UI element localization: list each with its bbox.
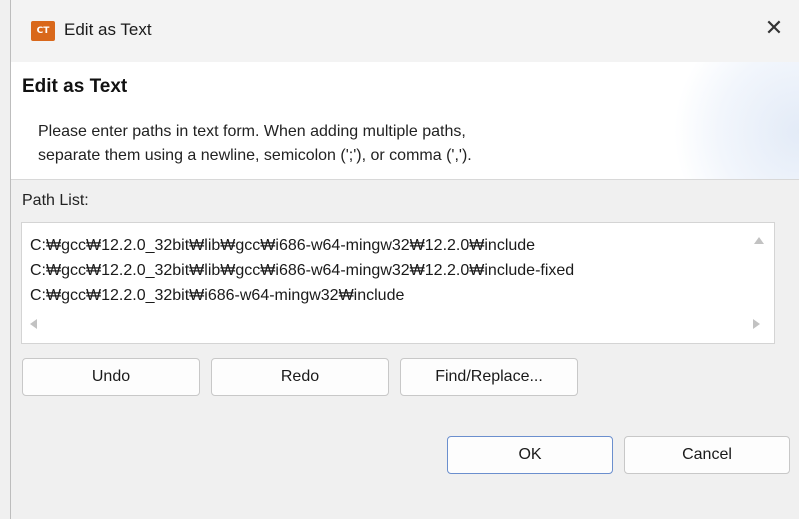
find-replace-button[interactable]: Find/Replace... <box>400 358 578 396</box>
path-line: C:₩gcc₩12.2.0_32bit₩lib₩gcc₩i686-w64-min… <box>30 262 575 279</box>
path-lines: C:₩gcc₩12.2.0_32bit₩lib₩gcc₩i686-w64-min… <box>30 233 574 308</box>
redo-button[interactable]: Redo <box>211 358 389 396</box>
ok-button[interactable]: OK <box>447 436 613 474</box>
window-title: Edit as Text <box>64 20 152 39</box>
close-icon[interactable]: ✕ <box>759 14 789 44</box>
description-line-2: separate them using a newline, semicolon… <box>38 147 472 164</box>
path-line: C:₩gcc₩12.2.0_32bit₩i686-w64-mingw32₩inc… <box>30 287 405 304</box>
description-line-1: Please enter paths in text form. When ad… <box>38 123 466 140</box>
scroll-left-arrow-icon[interactable] <box>30 319 37 329</box>
header-title: Edit as Text <box>22 76 128 97</box>
header-description: Please enter paths in text form. When ad… <box>38 120 472 168</box>
header-decoration <box>659 62 799 179</box>
path-list-label: Path List: <box>22 192 89 209</box>
scroll-right-arrow-icon[interactable] <box>753 319 760 329</box>
title-bar: CT Edit as Text ✕ <box>11 0 799 62</box>
scroll-up-arrow-icon[interactable] <box>754 237 764 244</box>
cancel-button[interactable]: Cancel <box>624 436 790 474</box>
path-line: C:₩gcc₩12.2.0_32bit₩lib₩gcc₩i686-w64-min… <box>30 237 536 254</box>
dialog-header: Edit as Text Please enter paths in text … <box>11 62 799 180</box>
path-list-textarea[interactable]: C:₩gcc₩12.2.0_32bit₩lib₩gcc₩i686-w64-min… <box>21 222 775 344</box>
edit-as-text-dialog: CT Edit as Text ✕ Edit as Text Please en… <box>10 0 799 519</box>
app-icon: CT <box>31 21 55 41</box>
undo-button[interactable]: Undo <box>22 358 200 396</box>
